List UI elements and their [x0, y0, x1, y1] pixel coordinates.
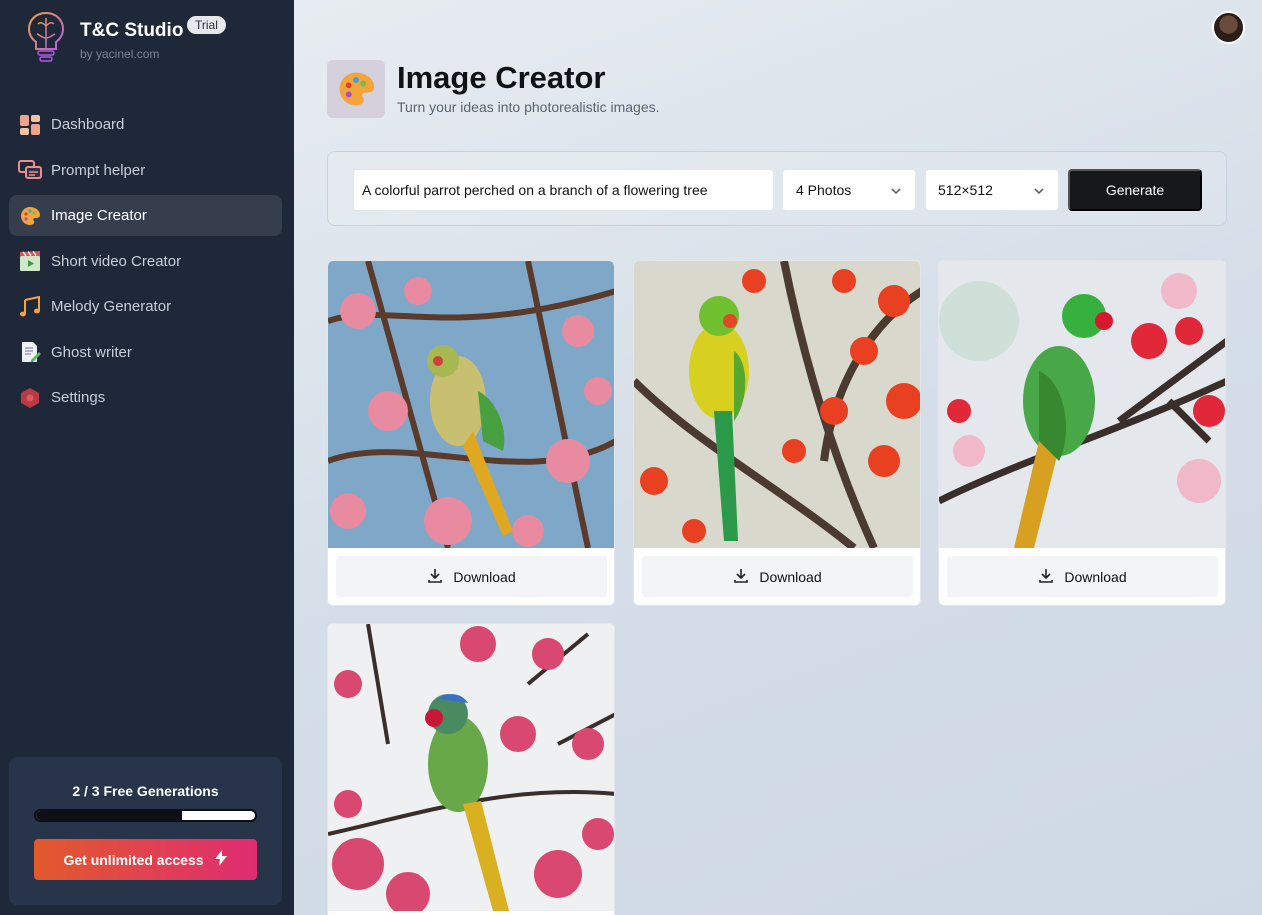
sidebar-item-settings[interactable]: Settings — [9, 377, 282, 418]
prompt-input[interactable] — [353, 169, 774, 211]
sidebar-item-melody-generator[interactable]: Melody Generator — [9, 286, 282, 327]
chevron-down-icon — [1033, 184, 1045, 200]
sidebar-item-label: Ghost writer — [51, 343, 132, 361]
plan-title: 2 / 3 Free Generations — [72, 783, 219, 799]
trial-badge: Trial — [187, 16, 226, 34]
photo-count-select[interactable]: 4 Photos — [782, 169, 916, 211]
app-byline: by yacinel.com — [80, 47, 160, 61]
download-button[interactable]: Download — [947, 556, 1218, 597]
generated-image[interactable] — [328, 261, 615, 548]
result-card: Download — [327, 260, 615, 606]
clapperboard-icon — [18, 249, 42, 273]
palette-icon — [18, 204, 42, 228]
download-label: Download — [759, 568, 822, 585]
chat-bubbles-icon — [18, 158, 42, 182]
music-notes-icon — [18, 295, 42, 319]
lightning-icon — [214, 850, 228, 869]
download-icon — [427, 567, 443, 586]
progress-fill — [36, 811, 182, 820]
sidebar-item-label: Dashboard — [51, 116, 125, 133]
generations-progress-bar — [34, 809, 257, 822]
download-button[interactable]: Download — [642, 556, 913, 597]
result-card: Download — [633, 260, 921, 606]
document-pencil-icon — [18, 340, 42, 364]
download-label: Download — [453, 568, 516, 585]
generation-form: 4 Photos 512×512 Generate — [327, 151, 1227, 226]
result-card — [327, 623, 615, 915]
user-avatar[interactable] — [1212, 11, 1245, 44]
generated-image[interactable] — [634, 261, 921, 548]
brain-bulb-logo-icon — [25, 10, 67, 66]
sidebar-item-ghost-writer[interactable]: Ghost writer — [9, 332, 282, 373]
sidebar-item-prompt-helper[interactable]: Prompt helper — [9, 150, 282, 191]
sidebar-item-label: Prompt helper — [51, 161, 146, 179]
get-unlimited-access-button[interactable]: Get unlimited access — [34, 839, 257, 880]
sidebar-nav: Dashboard Prompt helper Image Creator Sh… — [9, 104, 282, 423]
plan-card: 2 / 3 Free Generations Get unlimited acc… — [9, 757, 282, 905]
result-card: Download — [938, 260, 1226, 606]
download-button[interactable]: Download — [336, 556, 607, 597]
upgrade-label: Get unlimited access — [63, 851, 204, 868]
download-icon — [733, 567, 749, 586]
generate-button[interactable]: Generate — [1068, 169, 1202, 211]
chevron-down-icon — [890, 184, 902, 200]
page-title: Image Creator — [397, 60, 606, 95]
download-icon — [1038, 567, 1054, 586]
settings-hexagon-icon — [18, 386, 42, 410]
dashboard-icon — [18, 113, 42, 137]
sidebar-item-image-creator[interactable]: Image Creator — [9, 195, 282, 236]
palette-icon — [327, 60, 385, 118]
photo-count-value: 4 Photos — [796, 182, 852, 198]
sidebar: T&C Studio Trial by yacinel.com Dashboar… — [0, 0, 294, 915]
sidebar-item-label: Settings — [51, 389, 106, 406]
main-content: Image Creator Turn your ideas into photo… — [294, 0, 1262, 915]
generated-image[interactable] — [939, 261, 1226, 548]
app-brand: T&C Studio — [80, 20, 184, 41]
image-size-value: 512×512 — [938, 182, 993, 198]
download-label: Download — [1064, 568, 1127, 585]
image-size-select[interactable]: 512×512 — [925, 169, 1059, 211]
page-subtitle: Turn your ideas into photorealistic imag… — [397, 99, 660, 115]
sidebar-item-label: Melody Generator — [51, 298, 172, 315]
sidebar-item-dashboard[interactable]: Dashboard — [9, 104, 282, 145]
sidebar-item-label: Short video Creator — [51, 252, 182, 270]
generated-image[interactable] — [328, 624, 615, 911]
sidebar-item-short-video-creator[interactable]: Short video Creator — [9, 241, 282, 282]
sidebar-item-label: Image Creator — [51, 207, 147, 224]
